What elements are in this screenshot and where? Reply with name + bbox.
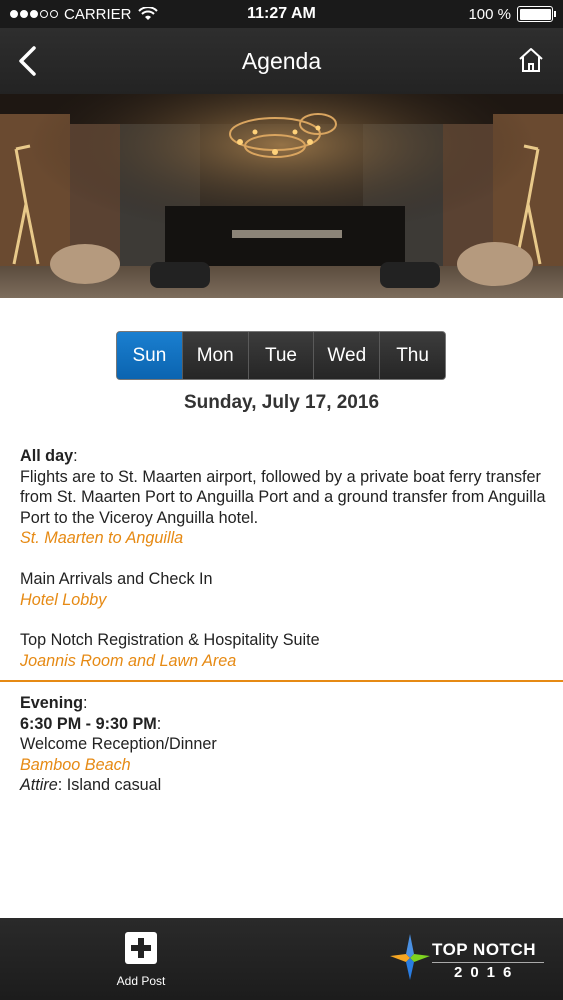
navigation-bar: Agenda — [0, 28, 563, 94]
evening-title: Welcome Reception/Dinner — [20, 735, 217, 753]
agenda-item-location: Joannis Room and Lawn Area — [20, 651, 237, 670]
day-selector: Sun Mon Tue Wed Thu — [116, 331, 446, 380]
brand-logo: TOP NOTCH 2016 — [388, 930, 558, 986]
battery-percent: 100 % — [468, 5, 511, 23]
evening-header: Evening: — [20, 694, 88, 712]
brand-year: 2016 — [454, 964, 520, 981]
add-post-label: Add Post — [116, 974, 166, 988]
all-day-description: Flights are to St. Maarten airport, foll… — [20, 467, 546, 527]
evening-location: Bamboo Beach — [20, 755, 131, 774]
attire-row: Attire: Island casual — [20, 776, 162, 794]
carrier-name: CARRIER — [64, 5, 132, 23]
brand-rule — [432, 962, 544, 963]
battery-icon — [517, 6, 556, 22]
battery-fill — [519, 8, 551, 20]
signal-strength-icon — [10, 10, 58, 18]
tab-wed[interactable]: Wed — [314, 332, 381, 379]
back-chevron-icon[interactable] — [14, 44, 44, 78]
all-day-label: All day — [20, 447, 74, 465]
evening-label: Evening — [20, 694, 83, 712]
agenda-block-evening: Evening: 6:30 PM - 9:30 PM: Welcome Rece… — [20, 693, 550, 796]
all-day-location: St. Maarten to Anguilla — [20, 529, 184, 547]
home-icon[interactable] — [517, 46, 545, 74]
wifi-icon — [137, 7, 158, 20]
page-title: Agenda — [241, 47, 322, 74]
star-logo-icon — [390, 934, 430, 980]
status-left: CARRIER — [10, 6, 158, 23]
lobby-illustration — [0, 94, 563, 298]
status-time: 11:27 AM — [247, 5, 316, 22]
bottom-bar: Add Post TOP NOTCH 2016 — [0, 918, 563, 1000]
all-day-header: All day: — [20, 447, 78, 465]
section-divider — [0, 680, 563, 682]
attire-value: Island casual — [66, 776, 162, 794]
hotel-lobby-image — [0, 94, 563, 298]
evening-time: 6:30 PM - 9:30 PM — [20, 714, 157, 733]
agenda-item: Main Arrivals and Check In Hotel Lobby — [20, 569, 550, 610]
agenda-item-location: Hotel Lobby — [20, 590, 107, 609]
agenda-item-title: Top Notch Registration & Hospitality Sui… — [20, 631, 320, 649]
tab-mon[interactable]: Mon — [182, 332, 249, 379]
agenda-item-title: Main Arrivals and Check In — [20, 570, 213, 588]
tab-thu[interactable]: Thu — [380, 332, 445, 379]
attire-label: Attire — [20, 776, 58, 794]
status-bar: CARRIER 11:27 AM 100 % — [0, 0, 563, 28]
evening-time-row: 6:30 PM - 9:30 PM: — [20, 714, 162, 733]
date-heading: Sunday, July 17, 2016 — [183, 392, 380, 413]
tab-tue[interactable]: Tue — [248, 332, 315, 379]
agenda-block-all-day: All day: Flights are to St. Maarten airp… — [20, 446, 550, 549]
add-post-button[interactable]: Add Post — [110, 932, 172, 988]
plus-icon — [125, 932, 157, 964]
status-right: 100 % — [468, 5, 556, 23]
tab-sun[interactable]: Sun — [117, 332, 183, 379]
agenda-item: Top Notch Registration & Hospitality Sui… — [20, 630, 550, 671]
brand-name: TOP NOTCH — [432, 940, 536, 959]
